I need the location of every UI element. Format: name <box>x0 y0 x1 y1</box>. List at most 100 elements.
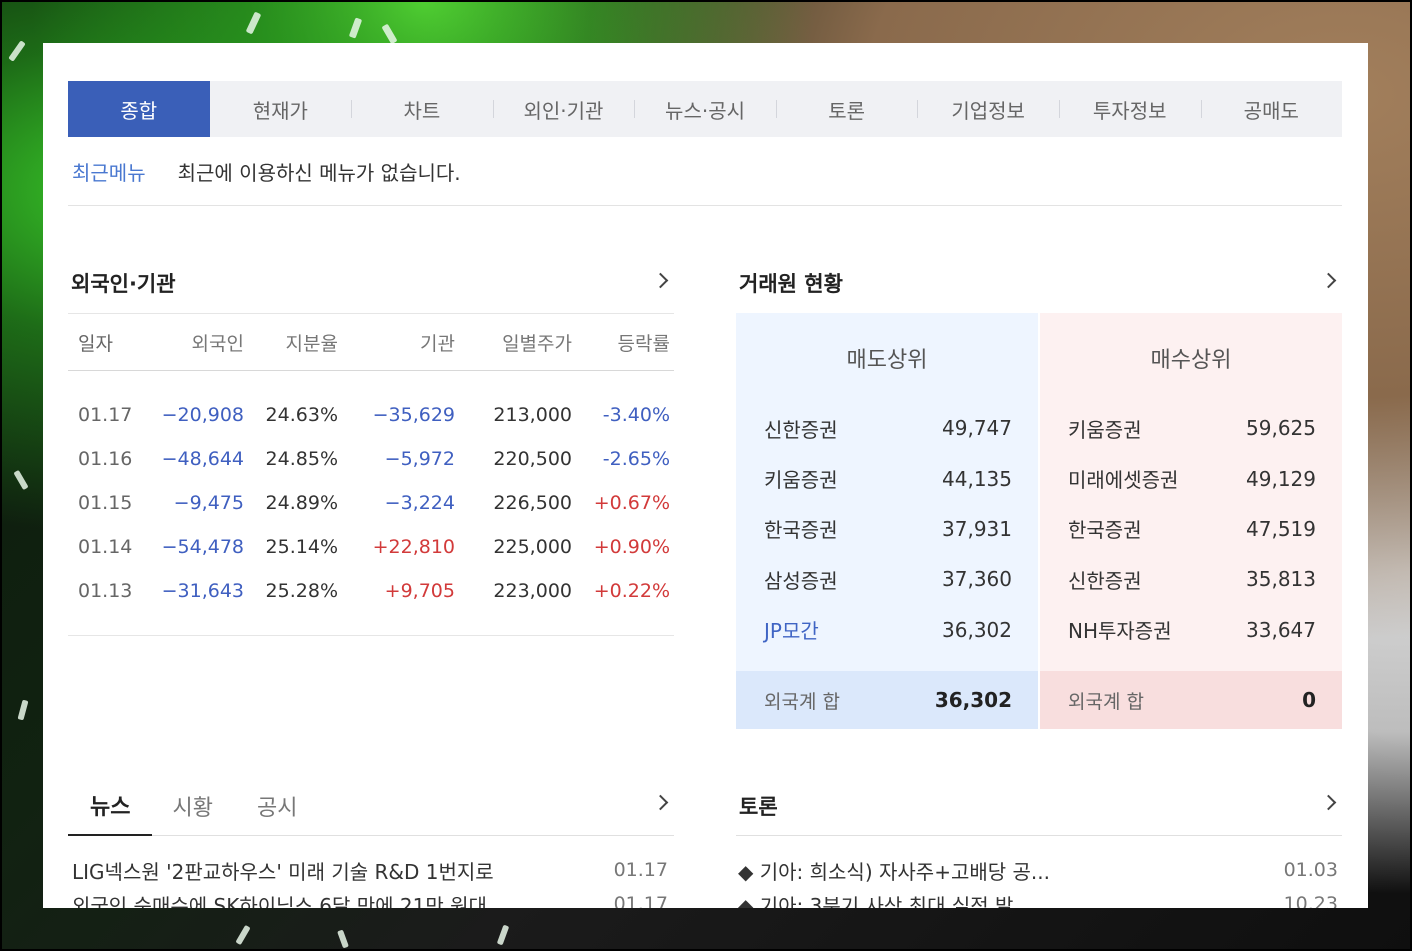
broker-name: NH투자증권 <box>1068 619 1172 644</box>
broker-value: 49,129 <box>1246 466 1316 491</box>
broker-name: 키움증권 <box>1068 417 1142 442</box>
buy-top-title: 매수상위 <box>1150 348 1232 373</box>
recent-menu-bar: 최근메뉴 최근에 이용하신 메뉴가 없습니다. <box>68 137 1342 206</box>
tab-foreign-institution[interactable]: 외인·기관 <box>492 81 635 137</box>
stock-menu-tabs: 종합 현재가 차트 외인·기관 뉴스·공시 토론 기업정보 투자정보 공매도 <box>68 81 1342 137</box>
row-ratio: 25.28% <box>265 580 338 602</box>
broker-name: 한국증권 <box>764 518 838 543</box>
list-item[interactable]: ◆ 기아: 희소식) 자사주+고배당 공... 01.03 <box>738 853 1340 887</box>
row-date: 01.16 <box>78 448 133 470</box>
debate-date: 01.03 <box>1283 859 1338 881</box>
row-institution: +9,705 <box>384 580 455 602</box>
row-date: 01.15 <box>78 492 133 514</box>
list-item[interactable]: ◆ 기아: 3분기 사상 최대 실적 발... 10.23 <box>738 887 1340 908</box>
row-price: 220,500 <box>493 448 572 470</box>
row-change: +0.22% <box>593 580 670 602</box>
row-price: 223,000 <box>493 580 572 602</box>
broker-value: 37,931 <box>942 516 1012 541</box>
row-ratio: 25.14% <box>265 536 338 558</box>
tab-market[interactable]: 시황 <box>172 776 212 836</box>
list-item: JP모간 36,302 <box>736 605 1038 655</box>
broker-name-link[interactable]: JP모간 <box>764 615 819 644</box>
recent-menu-empty-text: 최근에 이용하신 메뉴가 없습니다. <box>177 160 461 185</box>
row-foreign: −54,478 <box>161 536 244 558</box>
row-date: 01.14 <box>78 536 133 558</box>
row-institution: −3,224 <box>384 492 455 514</box>
list-item: 신한증권 49,747 <box>736 403 1038 453</box>
row-date: 01.17 <box>78 404 133 426</box>
debate-title[interactable]: ◆ 기아: 희소식) 자사주+고배당 공... <box>738 856 1050 885</box>
news-title[interactable]: LIG넥스원 '2판교하우스' 미래 기술 R&D 1번지로 <box>72 856 494 885</box>
list-item: 미래에셋증권 49,129 <box>1040 453 1342 503</box>
tab-news-disclosure[interactable]: 뉴스·공시 <box>634 81 776 137</box>
stock-summary-card: 종합 현재가 차트 외인·기관 뉴스·공시 토론 기업정보 투자정보 공매도 최… <box>43 43 1368 908</box>
sell-top-title: 매도상위 <box>846 348 928 373</box>
debate-divider <box>736 835 1342 836</box>
tab-debate[interactable]: 토론 <box>775 81 918 137</box>
list-item[interactable]: LIG넥스원 '2판교하우스' 미래 기술 R&D 1번지로 01.17 <box>72 853 670 887</box>
tab-chart[interactable]: 차트 <box>351 81 493 137</box>
broker-value: 36,302 <box>942 617 1012 642</box>
row-ratio: 24.89% <box>265 492 338 514</box>
list-item: NH투자증권 33,647 <box>1040 605 1342 655</box>
list-item: 신한증권 35,813 <box>1040 554 1342 604</box>
broker-value: 59,625 <box>1246 416 1316 441</box>
broker-name: 키움증권 <box>764 468 838 493</box>
tab-news[interactable]: 뉴스 <box>68 776 153 836</box>
header-ratio: 지분율 <box>285 332 338 355</box>
investor-table: 일자 외국인 지분율 기관 일별주가 등락률 01.17 −20,908 24.… <box>68 313 674 636</box>
broker-section-title: 거래원 현황 <box>739 272 843 296</box>
broker-name: 신한증권 <box>764 417 838 442</box>
news-date: 01.17 <box>613 893 668 908</box>
list-item: 한국증권 37,931 <box>736 504 1038 554</box>
row-institution: +22,810 <box>372 536 455 558</box>
investor-section-title: 외국인·기관 <box>71 272 176 296</box>
debate-more-chevron-icon[interactable] <box>1320 794 1337 811</box>
row-foreign: −9,475 <box>173 492 244 514</box>
news-title[interactable]: 외국인 순매수에 SK하이닉스 6달 만에 21만 원대 <box>72 890 487 909</box>
broker-value: 44,135 <box>942 466 1012 491</box>
tab-disclosure[interactable]: 공시 <box>257 776 297 836</box>
debate-title[interactable]: ◆ 기아: 3분기 사상 최대 실적 발... <box>738 890 1032 909</box>
news-date: 01.17 <box>613 859 668 881</box>
sell-top-column: 매도상위 신한증권 49,747 키움증권 44,135 한국증권 37,931… <box>736 313 1038 729</box>
row-change: -3.40% <box>602 404 670 426</box>
row-change: -2.65% <box>602 448 670 470</box>
row-institution: −5,972 <box>384 448 455 470</box>
tab-summary[interactable]: 종합 <box>68 81 210 137</box>
broker-value: 37,360 <box>942 567 1012 592</box>
news-tabs: 뉴스 시황 공시 <box>68 776 674 836</box>
broker-name: 한국증권 <box>1068 518 1142 543</box>
debate-date: 10.23 <box>1283 893 1338 908</box>
row-foreign: −20,908 <box>161 404 244 426</box>
tab-company-info[interactable]: 기업정보 <box>917 81 1059 137</box>
row-ratio: 24.63% <box>265 404 338 426</box>
header-daily-price: 일별주가 <box>502 332 572 355</box>
sum-label: 외국계 합 <box>764 690 840 713</box>
recent-menu-label: 최근메뉴 <box>72 160 146 185</box>
tab-short-selling[interactable]: 공매도 <box>1200 81 1343 137</box>
tab-investment-info[interactable]: 투자정보 <box>1058 81 1201 137</box>
tab-current-price[interactable]: 현재가 <box>210 81 352 137</box>
broker-name: 신한증권 <box>1068 568 1142 593</box>
table-row: 01.17 −20,908 24.63% −35,629 213,000 -3.… <box>68 393 674 437</box>
list-item: 한국증권 47,519 <box>1040 504 1342 554</box>
debate-list: ◆ 기아: 희소식) 자사주+고배당 공... 01.03 ◆ 기아: 3분기 … <box>738 853 1340 908</box>
header-date: 일자 <box>78 332 113 355</box>
broker-value: 47,519 <box>1246 516 1316 541</box>
broker-more-chevron-icon[interactable] <box>1320 272 1337 289</box>
table-row: 01.13 −31,643 25.28% +9,705 223,000 +0.2… <box>68 569 674 613</box>
row-price: 226,500 <box>493 492 572 514</box>
table-row: 01.14 −54,478 25.14% +22,810 225,000 +0.… <box>68 525 674 569</box>
row-change: +0.67% <box>593 492 670 514</box>
header-institution: 기관 <box>420 332 455 355</box>
row-date: 01.13 <box>78 580 133 602</box>
list-item: 키움증권 44,135 <box>736 453 1038 503</box>
broker-value: 49,747 <box>942 416 1012 441</box>
debate-section-title: 토론 <box>739 795 778 819</box>
sell-foreign-sum: 외국계 합 36,302 <box>736 671 1038 729</box>
investor-more-chevron-icon[interactable] <box>652 272 669 289</box>
list-item[interactable]: 외국인 순매수에 SK하이닉스 6달 만에 21만 원대 01.17 <box>72 887 670 908</box>
broker-value: 33,647 <box>1246 617 1316 642</box>
row-price: 213,000 <box>493 404 572 426</box>
